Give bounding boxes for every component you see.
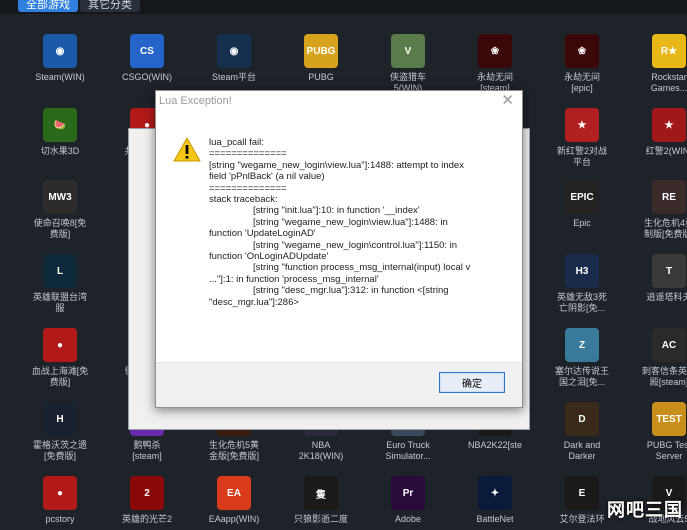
game-name: 生化危机5黄 金版[免费版] — [208, 440, 259, 461]
tarkov-icon: T — [652, 254, 686, 288]
dialog-titlebar: Lua Exception! ✕ — [156, 91, 522, 111]
game-name: 刺客信条英灵 殿[steam] — [641, 366, 687, 387]
warning-icon — [173, 136, 201, 167]
message-line: [string "init.lua"]:10: in function '__i… — [253, 205, 420, 217]
message-line: [string "wegame_new_login\control.lua"]:… — [253, 239, 458, 251]
ea-icon: EA — [217, 476, 251, 510]
message-line: lua_pcall fail: — [209, 137, 264, 148]
ac-icon: AC — [652, 328, 686, 362]
game-name: 霍格沃茨之遗 [免费版] — [32, 440, 87, 461]
message-line: [string "desc_mgr.lua"]:312: in function… — [253, 285, 449, 297]
game-name: NBA 2K18(WIN) — [298, 440, 344, 461]
re4-icon: RE — [652, 180, 686, 214]
lua-exception-dialog: Lua Exception! ✕ lua_pcall fail: ========… — [155, 90, 523, 408]
game2-icon: 2 — [130, 476, 164, 510]
ok-button[interactable]: 确定 — [439, 372, 505, 393]
game-name: BattleNet — [476, 514, 514, 524]
dialog-title: Lua Exception! — [159, 95, 232, 107]
message-line: [string "function process_msg_internal(i… — [253, 262, 471, 274]
game-name: 英雄无敌3死 亡阴影[免... — [556, 292, 607, 313]
tab-all-games[interactable]: 全部游戏 — [18, 0, 78, 12]
close-icon[interactable]: ✕ — [501, 92, 514, 110]
game-name: 血战上海滩[免 费版] — [31, 366, 89, 387]
game-name: 生化危机4重 制版[免费版] — [643, 218, 687, 239]
epic-icon: EPIC — [565, 180, 599, 214]
pubg-icon: PUBG — [304, 34, 338, 68]
game-name: Adobe — [394, 514, 422, 524]
steam-icon: ◉ — [43, 34, 77, 68]
naraka-icon: ❀ — [478, 34, 512, 68]
game-name: PUBG Test Server — [646, 440, 687, 461]
rockstar-icon: R★ — [652, 34, 686, 68]
redalert-icon: ★ — [652, 108, 686, 142]
message-line: field 'pPnlBack' (a nil value) — [209, 171, 325, 183]
naraka-icon: ❀ — [565, 34, 599, 68]
message-line: function 'UpdateLoginAD' — [209, 228, 316, 240]
game-name: 红警2(WIN) — [645, 146, 687, 156]
error-message: lua_pcall fail: ============== [string "we… — [209, 137, 509, 308]
game-name: 逍遥塔科夫 — [646, 292, 687, 302]
game-name: PUBG — [308, 72, 334, 82]
game-name: Epic — [573, 218, 591, 228]
fruit-icon: 🍉 — [43, 108, 77, 142]
message-line: [string "wegame_new_login\view.lua"]:148… — [209, 159, 464, 171]
hogwarts-icon: H — [43, 402, 77, 436]
game-name: 英雄联盟台湾 服 — [32, 292, 87, 313]
sekiro-icon: 隻 — [304, 476, 338, 510]
eldenring-icon: E — [565, 476, 599, 510]
message-line: stack traceback: — [209, 194, 278, 206]
game-name: 只狼影逝二度 — [293, 514, 348, 524]
game-name: CSGO(WIN) — [122, 72, 172, 82]
game-name: Steam平台 — [211, 72, 256, 82]
game-name: pcstory — [45, 514, 75, 524]
game-name: 英雄的光芒2 — [121, 514, 172, 524]
mushroom-icon: ● — [43, 476, 77, 510]
game-name: 使命召唤8[免 费版] — [33, 218, 87, 239]
heroes-icon: H3 — [565, 254, 599, 288]
game-name: 鹅鸭杀 [steam] — [132, 440, 162, 461]
game-name: 永劫无间 [epic] — [563, 72, 600, 93]
top-tab-bar: 全部游戏 其它分类 — [0, 0, 687, 14]
watermark-logo: 网吧三国 — [607, 500, 683, 520]
game-name: Rockstar Games... — [650, 72, 687, 93]
lol-icon: L — [43, 254, 77, 288]
message-line: "desc_mgr.lua"]:286> — [209, 296, 299, 308]
game-name: NBA2K22[ste — [467, 440, 523, 450]
game-name: 塞尔达传说王 国之泪[免... — [554, 366, 609, 387]
csgo-icon: CS — [130, 34, 164, 68]
dialog-footer: 确定 — [156, 362, 522, 407]
tab-other-categories[interactable]: 其它分类 — [80, 0, 140, 12]
redalert-icon: ★ — [565, 108, 599, 142]
game-name: Steam(WIN) — [35, 72, 85, 82]
game-name: 切水果3D — [40, 146, 80, 156]
game-name: 新红警2对战 平台 — [556, 146, 607, 167]
pubg-icon: TEST — [652, 402, 686, 436]
zelda-icon: Z — [565, 328, 599, 362]
message-line: ============== — [209, 182, 287, 194]
game-name: Dark and Darker — [563, 440, 601, 461]
steam-icon: ◉ — [217, 34, 251, 68]
message-line: [string "wegame_new_login\view.lua"]:148… — [253, 216, 448, 228]
message-line: ..."]:1: in function 'process_msg_intern… — [209, 273, 379, 285]
dark-icon: D — [565, 402, 599, 436]
message-line: ============== — [209, 148, 287, 160]
battlenet-icon: ✦ — [478, 476, 512, 510]
game-name: EAapp(WIN) — [208, 514, 260, 524]
cod-icon: MW3 — [43, 180, 77, 214]
adobe-icon: Pr — [391, 476, 425, 510]
gta5-icon: V — [391, 34, 425, 68]
mushroom-icon: ● — [43, 328, 77, 362]
game-name: Euro Truck Simulator... — [385, 440, 431, 461]
message-line: function 'OnLoginADUpdate' — [209, 251, 329, 263]
